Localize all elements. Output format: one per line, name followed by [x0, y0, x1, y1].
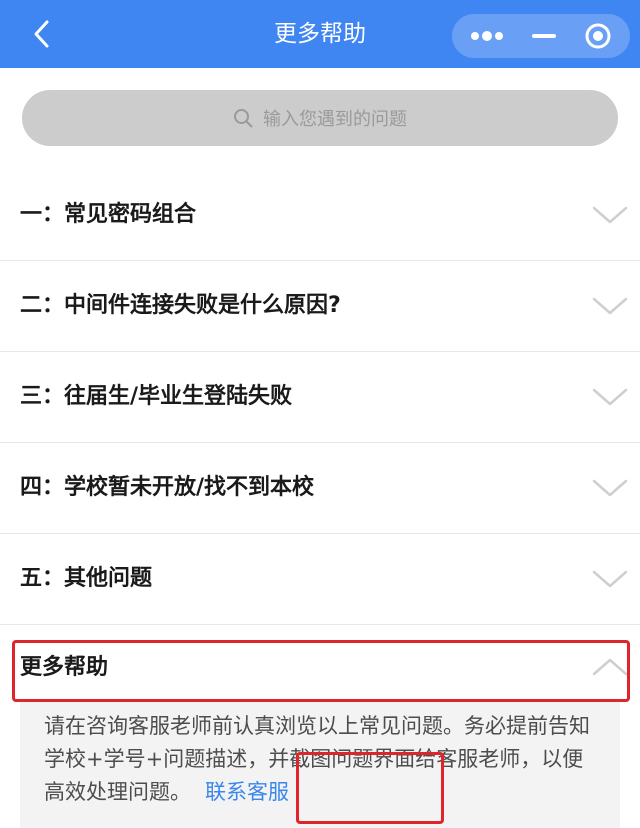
faq-item[interactable]: 二：中间件连接失败是什么原因?: [0, 261, 640, 352]
faq-item-label: 五：其他问题: [20, 566, 153, 591]
chevron-down-icon: [592, 479, 628, 497]
faq-item-label: 一：常见密码组合: [20, 202, 197, 227]
faq-item-label: 二：中间件连接失败是什么原因?: [20, 293, 341, 318]
close-button[interactable]: [566, 14, 630, 58]
chevron-left-icon: [34, 20, 49, 48]
faq-list: 一：常见密码组合 二：中间件连接失败是什么原因? 三：往届生/毕业生登陆失败 四…: [0, 170, 640, 625]
minimize-button[interactable]: [522, 14, 566, 58]
search-icon: [233, 107, 255, 129]
nav-bar: 更多帮助: [0, 0, 640, 68]
chevron-down-icon: [592, 570, 628, 588]
more-dots-icon: [471, 31, 503, 41]
highlight-box-link: [296, 752, 444, 824]
highlight-box-title: [12, 640, 630, 702]
chevron-down-icon: [592, 206, 628, 224]
faq-item[interactable]: 四：学校暂未开放/找不到本校: [0, 443, 640, 534]
back-button[interactable]: [22, 14, 62, 54]
chevron-down-icon: [592, 297, 628, 315]
minus-icon: [532, 34, 556, 38]
faq-item[interactable]: 一：常见密码组合: [0, 170, 640, 261]
search-placeholder: 输入您遇到的问题: [263, 109, 407, 130]
chevron-down-icon: [592, 388, 628, 406]
faq-item-label: 三：往届生/毕业生登陆失败: [20, 384, 293, 409]
contact-support-link[interactable]: 联系客服: [205, 780, 289, 804]
search-input[interactable]: 输入您遇到的问题: [22, 90, 618, 146]
more-button[interactable]: [452, 14, 522, 58]
faq-item-label: 四：学校暂未开放/找不到本校: [20, 475, 315, 500]
mini-program-capsule: [452, 14, 630, 58]
target-circle-icon: [585, 23, 611, 49]
faq-item[interactable]: 五：其他问题: [0, 534, 640, 625]
faq-item[interactable]: 三：往届生/毕业生登陆失败: [0, 352, 640, 443]
